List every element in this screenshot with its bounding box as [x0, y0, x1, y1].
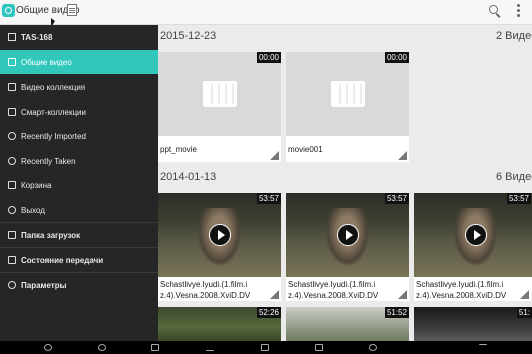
video-thumbnail: 52:26 [158, 307, 281, 341]
video-grid: 2015-12-23 2 Видео 00:00 ppt_movie 00:00… [158, 25, 532, 341]
play-icon[interactable] [336, 224, 359, 246]
home-icon[interactable] [261, 344, 269, 351]
sidebar-item-label: Recently Imported [21, 132, 86, 141]
video-title-line1: Schastlivye.lyudi.(1.film.i [160, 280, 248, 289]
gear-icon [8, 281, 16, 289]
logout-icon [8, 206, 16, 214]
sidebar-item-label: Общие видео [21, 58, 72, 67]
trash-icon [8, 181, 16, 189]
video-thumbnail: 53:57 [158, 193, 281, 277]
duration-badge: 00:00 [256, 52, 281, 63]
video-tile[interactable]: 53:57 Schastlivye.lyudi.(1.film.i z.4).V… [414, 193, 532, 301]
sidebar-item-label: Корзина [21, 181, 52, 190]
sidebar-item-smart-collections[interactable]: Смарт-коллекции [0, 100, 158, 124]
camera-icon [8, 157, 16, 165]
sidebar-item-download-folder[interactable]: Папка загрузок [0, 223, 158, 247]
rotate-icon[interactable] [98, 344, 106, 351]
sidebar-item-recently-imported[interactable]: Recently Imported [0, 124, 158, 148]
video-tile[interactable]: 51: [414, 307, 532, 341]
sidebar-item-recently-taken[interactable]: Recently Taken [0, 149, 158, 173]
sidebar-item-video-collection[interactable]: Видео коллекция [0, 75, 158, 99]
video-title: movie001 [288, 145, 323, 154]
sidebar-item-label: Выход [21, 206, 45, 215]
video-tile[interactable]: 00:00 movie001 [286, 52, 409, 162]
video-tile[interactable]: 00:00 ppt_movie [158, 52, 281, 162]
select-corner-icon[interactable] [520, 290, 529, 299]
more-vert-icon[interactable] [517, 4, 520, 18]
duration-badge: 53:57 [384, 193, 409, 204]
sidebar-item-shared-videos[interactable]: Общие видео [0, 50, 158, 74]
expand-icon[interactable] [479, 344, 487, 351]
select-corner-icon[interactable] [398, 151, 407, 160]
video-tile[interactable]: 53:57 Schastlivye.lyudi.(1.film.i z.4).V… [286, 193, 409, 301]
sidebar-item-label: Смарт-коллекции [21, 108, 86, 117]
duration-badge: 53:57 [506, 193, 531, 204]
section-date: 2015-12-23 [160, 30, 217, 42]
sidebar-device[interactable]: TAS-168 [0, 25, 158, 49]
video-title-line2: z.4).Vesna.2008.XviD.DV [288, 291, 379, 300]
video-title-line2: z.4).Vesna.2008.XviD.DV [160, 291, 251, 300]
sidebar-item-label: Recently Taken [21, 157, 76, 166]
search-icon[interactable] [489, 5, 498, 14]
section-count: 2 Видео [496, 30, 532, 42]
document-icon[interactable] [67, 4, 77, 16]
sidebar-item-transfer-status[interactable]: Состояние передачи [0, 248, 158, 272]
duration-badge: 53:57 [256, 193, 281, 204]
sidebar-item-label: Состояние передачи [21, 256, 104, 265]
video-title: ppt_movie [160, 145, 197, 154]
duration-badge: 51: [516, 307, 532, 318]
section-date: 2014-01-13 [160, 171, 217, 183]
play-icon[interactable] [464, 224, 487, 246]
recent-apps-icon[interactable] [315, 344, 323, 351]
video-tile[interactable]: 51:52 [286, 307, 409, 341]
video-title-line1: Schastlivye.lyudi.(1.film.i [288, 280, 376, 289]
select-corner-icon[interactable] [270, 290, 279, 299]
film-icon [330, 81, 365, 107]
play-icon[interactable] [208, 224, 231, 246]
video-thumbnail: 00:00 [286, 52, 409, 136]
sidebar-device-label: TAS-168 [21, 33, 53, 42]
video-title-line1: Schastlivye.lyudi.(1.film.i [416, 280, 504, 289]
smart-collection-icon [8, 108, 16, 116]
video-tile[interactable]: 52:26 [158, 307, 281, 341]
film-icon [202, 81, 237, 107]
video-thumbnail: 00:00 [158, 52, 281, 136]
sidebar-item-label: Папка загрузок [21, 231, 81, 240]
select-corner-icon[interactable] [270, 151, 279, 160]
sidebar-item-logout[interactable]: Выход [0, 198, 158, 222]
video-icon [8, 58, 16, 66]
sidebar-item-label: Видео коллекция [21, 83, 86, 92]
collection-icon [8, 83, 16, 91]
power-icon[interactable] [44, 344, 52, 351]
screenshot-icon[interactable] [151, 344, 159, 351]
sidebar: TAS-168 Общие видео Видео коллекция Смар… [0, 25, 158, 341]
back-icon[interactable] [206, 344, 214, 351]
sidebar-item-settings[interactable]: Параметры [0, 273, 158, 297]
home-icon [8, 33, 16, 41]
video-thumbnail: 51: [414, 307, 532, 341]
section-count: 6 Видео [496, 171, 532, 183]
duration-badge: 00:00 [384, 52, 409, 63]
import-icon [8, 132, 16, 140]
sidebar-item-label: Параметры [21, 281, 67, 290]
video-thumbnail: 51:52 [286, 307, 409, 341]
select-corner-icon[interactable] [398, 290, 407, 299]
download-icon [8, 231, 16, 239]
video-title-line2: z.4).Vesna.2008.XviD.DV [416, 291, 507, 300]
app-logo-icon [2, 4, 15, 17]
transfer-icon [8, 256, 16, 264]
video-tile[interactable]: 53:57 Schastlivye.lyudi.(1.film.i z.4).V… [158, 193, 281, 301]
duration-badge: 52:26 [256, 307, 281, 318]
system-nav-bar [0, 341, 532, 354]
video-thumbnail: 53:57 [414, 193, 532, 277]
settings-icon[interactable] [369, 344, 377, 351]
duration-badge: 51:52 [384, 307, 409, 318]
sidebar-item-trash[interactable]: Корзина [0, 173, 158, 197]
video-thumbnail: 53:57 [286, 193, 409, 277]
